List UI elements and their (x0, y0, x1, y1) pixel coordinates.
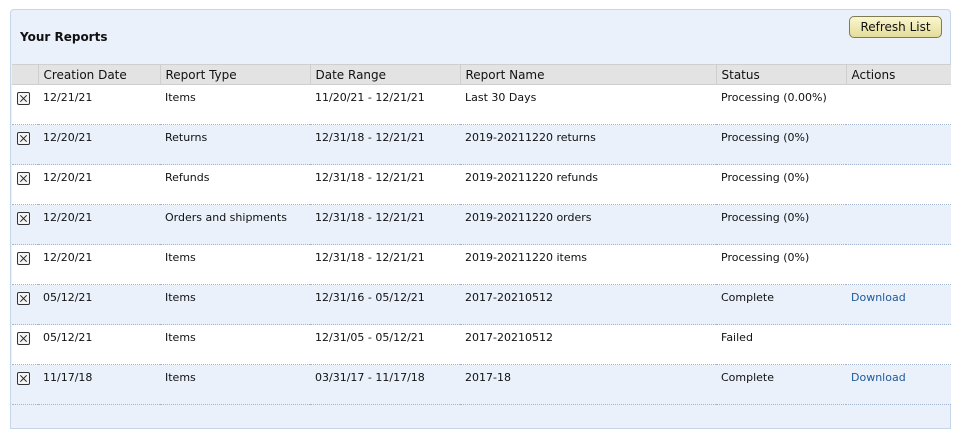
reports-table: Creation Date Report Type Date Range Rep… (12, 64, 951, 405)
cell-status: Complete (716, 284, 846, 325)
column-header-creation-date[interactable]: Creation Date (38, 64, 161, 85)
cell-status: Processing (0%) (716, 204, 846, 245)
table-row: 12/20/21 Refunds 12/31/18 - 12/21/21 2019-2… (12, 164, 951, 205)
cell-actions (846, 324, 951, 365)
cell-creation-date: 12/20/21 (38, 124, 160, 165)
table-row: 12/21/21 Items 11/20/21 - 12/21/21 Last 30 … (12, 84, 951, 125)
cell-date-range: 12/31/18 - 12/21/21 (310, 164, 460, 205)
cell-creation-date: 05/12/21 (38, 324, 160, 365)
cell-date-range: 12/31/18 - 12/21/21 (310, 204, 460, 245)
table-row: 12/20/21 Orders and shipments 12/31/18 - 1… (12, 204, 951, 245)
table-row: 11/17/18 Items 03/31/17 - 11/17/18 2017-18 C… (12, 364, 951, 405)
cell-creation-date: 12/21/21 (38, 84, 160, 125)
cell-report-name: 2017-20210512 (460, 284, 716, 325)
cell-date-range: 11/20/21 - 12/21/21 (310, 84, 460, 125)
cell-report-type: Returns (160, 124, 310, 165)
cell-report-type: Items (160, 84, 310, 125)
cell-report-type: Items (160, 284, 310, 325)
page-title: Your Reports (20, 30, 108, 44)
cell-report-name: 2017-20210512 (460, 324, 716, 365)
delete-report-icon[interactable] (17, 292, 30, 305)
table-row: 05/12/21 Items 12/31/16 - 05/12/21 2017-202… (12, 284, 951, 325)
row-delete-cell (12, 244, 38, 285)
cell-report-name: 2019-20211220 returns (460, 124, 716, 165)
row-delete-cell (12, 284, 38, 325)
cell-report-type: Orders and shipments (160, 204, 310, 245)
cell-status: Complete (716, 364, 846, 405)
cell-report-name: 2017-18 (460, 364, 716, 405)
cell-date-range: 12/31/05 - 05/12/21 (310, 324, 460, 365)
cell-status: Processing (0%) (716, 244, 846, 285)
download-link[interactable]: Download (851, 291, 906, 304)
cell-report-name: 2019-20211220 items (460, 244, 716, 285)
delete-report-icon[interactable] (17, 92, 30, 105)
cell-date-range: 12/31/16 - 05/12/21 (310, 284, 460, 325)
column-header-select (12, 64, 39, 85)
cell-actions (846, 84, 951, 125)
cell-report-name: Last 30 Days (460, 84, 716, 125)
cell-actions (846, 164, 951, 205)
delete-report-icon[interactable] (17, 132, 30, 145)
column-header-report-type[interactable]: Report Type (160, 64, 311, 85)
cell-status: Processing (0%) (716, 164, 846, 205)
cell-report-type: Items (160, 364, 310, 405)
row-delete-cell (12, 164, 38, 205)
delete-report-icon[interactable] (17, 332, 30, 345)
cell-report-type: Items (160, 324, 310, 365)
download-link[interactable]: Download (851, 371, 906, 384)
cell-date-range: 12/31/18 - 12/21/21 (310, 124, 460, 165)
cell-report-type: Refunds (160, 164, 310, 205)
table-row: 12/20/21 Returns 12/31/18 - 12/21/21 2019-2… (12, 124, 951, 165)
cell-date-range: 12/31/18 - 12/21/21 (310, 244, 460, 285)
delete-report-icon[interactable] (17, 172, 30, 185)
cell-actions: Download (846, 364, 951, 405)
cell-report-name: 2019-20211220 refunds (460, 164, 716, 205)
row-delete-cell (12, 84, 38, 125)
table-row: 05/12/21 Items 12/31/05 - 05/12/21 2017-202… (12, 324, 951, 365)
row-delete-cell (12, 124, 38, 165)
column-header-actions: Actions (846, 64, 951, 85)
delete-report-icon[interactable] (17, 252, 30, 265)
column-header-status[interactable]: Status (716, 64, 847, 85)
cell-actions (846, 244, 951, 285)
cell-creation-date: 12/20/21 (38, 204, 160, 245)
column-header-report-name[interactable]: Report Name (460, 64, 717, 85)
row-delete-cell (12, 364, 38, 405)
cell-actions (846, 204, 951, 245)
table-header-row: Creation Date Report Type Date Range Rep… (12, 64, 951, 85)
refresh-list-button[interactable]: Refresh List (849, 16, 942, 38)
cell-actions: Download (846, 284, 951, 325)
cell-creation-date: 05/12/21 (38, 284, 160, 325)
cell-status: Processing (0%) (716, 124, 846, 165)
cell-status: Processing (0.00%) (716, 84, 846, 125)
cell-creation-date: 12/20/21 (38, 164, 160, 205)
cell-creation-date: 11/17/18 (38, 364, 160, 405)
column-header-date-range[interactable]: Date Range (310, 64, 461, 85)
cell-actions (846, 124, 951, 165)
table-row: 12/20/21 Items 12/31/18 - 12/21/21 2019-202… (12, 244, 951, 285)
cell-report-type: Items (160, 244, 310, 285)
cell-status: Failed (716, 324, 846, 365)
cell-creation-date: 12/20/21 (38, 244, 160, 285)
row-delete-cell (12, 324, 38, 365)
cell-report-name: 2019-20211220 orders (460, 204, 716, 245)
cell-date-range: 03/31/17 - 11/17/18 (310, 364, 460, 405)
delete-report-icon[interactable] (17, 212, 30, 225)
row-delete-cell (12, 204, 38, 245)
delete-report-icon[interactable] (17, 372, 30, 385)
